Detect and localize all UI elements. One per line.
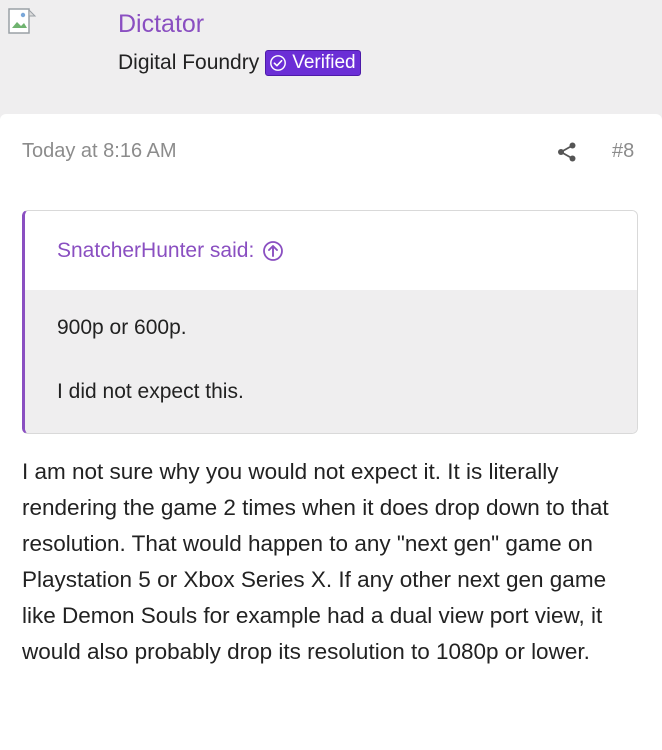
post-user-header: Dictator Digital Foundry Verified bbox=[0, 0, 662, 112]
post-timestamp[interactable]: Today at 8:16 AM bbox=[22, 140, 177, 163]
quote-header: SnatcherHunter said: bbox=[25, 211, 637, 290]
user-title-row: Digital Foundry Verified bbox=[118, 47, 361, 79]
verified-badge: Verified bbox=[265, 50, 361, 76]
user-title: Digital Foundry bbox=[118, 51, 260, 74]
quote-line: 900p or 600p. bbox=[57, 316, 187, 339]
quote-body: 900p or 600p. I did not expect this. bbox=[25, 290, 637, 433]
verified-label: Verified bbox=[292, 52, 356, 73]
post-body-text: I am not sure why you would not expect i… bbox=[22, 459, 609, 664]
quote-line: I did not expect this. bbox=[57, 380, 244, 403]
broken-image-icon[interactable] bbox=[8, 8, 38, 38]
quote-author-link[interactable]: SnatcherHunter said: bbox=[57, 239, 254, 263]
username-link[interactable]: Dictator bbox=[118, 8, 204, 40]
forum-post-page: Dictator Digital Foundry Verified Today … bbox=[0, 0, 662, 750]
post-number-link[interactable]: #8 bbox=[612, 140, 634, 163]
check-circle-icon bbox=[270, 55, 287, 71]
share-icon[interactable] bbox=[556, 141, 578, 163]
arrow-up-circle-icon[interactable] bbox=[262, 240, 284, 262]
post-card: Today at 8:16 AM #8 SnatcherHunter said:… bbox=[0, 114, 662, 750]
quote-block: SnatcherHunter said: 900p or 600p. I did… bbox=[22, 210, 638, 434]
